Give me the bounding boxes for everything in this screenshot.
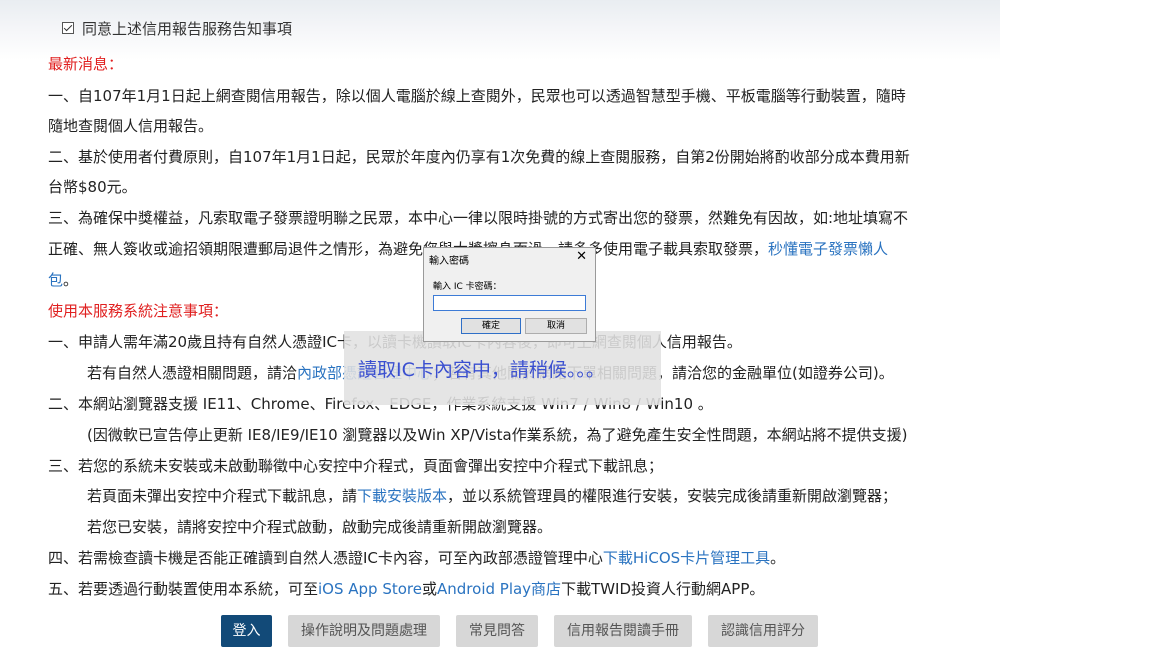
login-button[interactable]: 登入 — [221, 615, 272, 647]
notice-item-5-or: 或 — [422, 580, 438, 598]
news-item-3-end: 包。 — [48, 270, 78, 290]
notice-item-3-sub: 若頁面未彈出安控中介程式下載訊息，請下載安裝版本，並以系統管理員的權限進行安裝，… — [87, 486, 897, 506]
download-installer-link[interactable]: 下載安裝版本 — [357, 487, 447, 505]
password-dialog: 輸入密碼 ✕ 輸入 IC 卡密碼： 確定 取消 — [423, 247, 596, 342]
news-item-2: 二、基於使用者付費原則，自107年1月1日起，民眾於年度內仍享有1次免費的線上查… — [48, 148, 910, 166]
credit-score-button[interactable]: 認識信用評分 — [708, 615, 818, 647]
notice-item-5-text: 五、若要透過行動裝置使用本系統，可至 — [48, 580, 319, 598]
loading-message: 讀取IC卡內容中，請稍候。。。 — [358, 359, 605, 381]
android-play-link[interactable]: Android Play商店 — [437, 580, 561, 598]
ok-button[interactable]: 確定 — [461, 318, 521, 334]
notice-item-5-text2: 下載TWID投資人行動網APP。 — [561, 580, 765, 598]
news-heading: 最新消息： — [48, 55, 124, 73]
notice-item-3-sub-text: 若頁面未彈出安控中介程式下載訊息，請 — [87, 487, 358, 505]
ios-app-store-link[interactable]: iOS App Store — [318, 580, 422, 598]
news-item-3-text: 正確、無人簽收或逾招領期限遭郵局退件之情形，為避免您與大獎擦身而過，請多多使用電… — [48, 240, 769, 258]
notice-item-3-sub2: 若您已安裝，請將安控中介程式啟動，啟動完成後請重新開啟瀏覽器。 — [87, 518, 553, 536]
agree-checkbox[interactable] — [62, 22, 74, 34]
notice-item-3-sub-text2: ，並以系統管理員的權限進行安裝，安裝完成後請重新開啟瀏覽器； — [447, 487, 898, 505]
loading-overlay: 讀取IC卡內容中，請稍候。。。 — [344, 331, 661, 405]
action-buttons: 登入 操作說明及問題處理 常見問答 信用報告閱讀手冊 認識信用評分 — [221, 615, 818, 647]
notice-item-4-period: 。 — [770, 549, 786, 567]
pin-label: 輸入 IC 卡密碼： — [433, 282, 502, 292]
news-item-1: 一、自107年1月1日起上網查閱信用報告，除以個人電腦於線上查閱外，民眾也可以透… — [48, 87, 906, 105]
news-item-1-cont: 隨地查閱個人信用報告。 — [48, 117, 214, 135]
notice-item-2-sub: (因微軟已宣告停止更新 IE8/IE9/IE10 瀏覽器以及Win XP/Vis… — [87, 426, 908, 444]
cancel-button[interactable]: 取消 — [525, 318, 587, 334]
einvoice-guide-link-end[interactable]: 包 — [48, 271, 63, 289]
news-item-3-period: 。 — [63, 271, 79, 289]
faq-button[interactable]: 常見問答 — [456, 615, 538, 647]
pin-input[interactable] — [433, 295, 586, 311]
help-button[interactable]: 操作說明及問題處理 — [288, 615, 440, 647]
agree-label: 同意上述信用報告服務告知事項 — [82, 19, 293, 38]
notice-item-4: 四、若需檢查讀卡機是否能正確讀到自然人憑證IC卡內容，可至內政部憑證管理中心下載… — [48, 548, 785, 568]
news-item-2-cont: 台幣$80元。 — [48, 178, 137, 196]
dialog-title: 輸入密碼 — [429, 256, 469, 267]
close-icon[interactable]: ✕ — [576, 250, 587, 264]
agree-row[interactable]: 同意上述信用報告服務告知事項 — [62, 17, 292, 39]
notice-item-4-text: 四、若需檢查讀卡機是否能正確讀到自然人憑證IC卡內容，可至內政部憑證管理中心 — [48, 549, 603, 567]
einvoice-guide-link[interactable]: 秒懂電子發票懶人 — [768, 240, 888, 258]
hicos-download-link[interactable]: 下載HiCOS卡片管理工具 — [603, 549, 770, 567]
notice-heading: 使用本服務系統注意事項： — [48, 302, 229, 320]
manual-button[interactable]: 信用報告閱讀手冊 — [554, 615, 692, 647]
notice-item-5: 五、若要透過行動裝置使用本系統，可至iOS App Store或Android … — [48, 579, 764, 599]
notice-item-1-sub-text: 若有自然人憑證相關問題，請洽 — [87, 364, 298, 382]
news-item-3: 三、為確保中獎權益，凡索取電子發票證明聯之民眾，本中心一律以限時掛號的方式寄出您… — [48, 209, 909, 227]
notice-item-3: 三、若您的系統未安裝或未啟動聯徵中心安控中介程式，頁面會彈出安控中介程式下載訊息… — [48, 457, 664, 475]
